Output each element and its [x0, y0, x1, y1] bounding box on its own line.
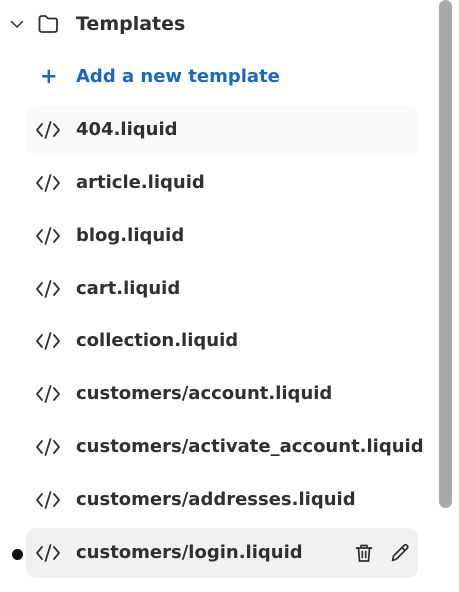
- folder-label: Templates: [76, 13, 186, 35]
- delete-icon[interactable]: [352, 541, 376, 565]
- code-icon: [36, 280, 60, 298]
- file-item-customers-login[interactable]: customers/login.liquid: [26, 528, 418, 578]
- file-item-customers-account[interactable]: customers/account.liquid: [26, 369, 418, 419]
- plus-icon: +: [40, 64, 58, 88]
- templates-file-tree: Templates + Add a new template 404.liqui…: [0, 0, 432, 592]
- folder-icon: [38, 15, 58, 33]
- code-icon: [36, 385, 60, 403]
- code-icon: [36, 544, 60, 562]
- code-icon: [36, 174, 60, 192]
- unsaved-changes-indicator: [12, 549, 23, 560]
- file-label: article.liquid: [76, 172, 205, 193]
- templates-folder-row[interactable]: Templates: [0, 0, 432, 48]
- file-label: customers/activate_account.liquid: [76, 436, 424, 457]
- file-label: blog.liquid: [76, 225, 185, 246]
- add-template-label: Add a new template: [76, 66, 280, 87]
- code-icon: [36, 227, 60, 245]
- chevron-down-icon[interactable]: [9, 16, 25, 32]
- code-icon: [36, 491, 60, 509]
- vertical-scrollbar[interactable]: [436, 0, 459, 592]
- file-item-customers-addresses[interactable]: customers/addresses.liquid: [26, 475, 418, 525]
- file-item-404[interactable]: 404.liquid: [26, 105, 418, 155]
- file-label: customers/addresses.liquid: [76, 489, 356, 510]
- file-item-blog[interactable]: blog.liquid: [26, 211, 418, 261]
- scrollbar-thumb[interactable]: [439, 0, 452, 508]
- file-item-article[interactable]: article.liquid: [26, 158, 418, 208]
- file-item-collection[interactable]: collection.liquid: [26, 316, 418, 366]
- add-new-template-button[interactable]: + Add a new template: [26, 54, 418, 102]
- code-icon: [36, 332, 60, 350]
- code-icon: [36, 438, 60, 456]
- file-label: customers/account.liquid: [76, 383, 333, 404]
- file-label: customers/login.liquid: [76, 542, 303, 563]
- edit-icon[interactable]: [388, 541, 412, 565]
- file-label: 404.liquid: [76, 119, 178, 140]
- file-label: cart.liquid: [76, 278, 181, 299]
- code-icon: [36, 121, 60, 139]
- file-item-cart[interactable]: cart.liquid: [26, 264, 418, 314]
- file-item-customers-activate-account[interactable]: customers/activate_account.liquid: [26, 422, 424, 472]
- file-label: collection.liquid: [76, 330, 239, 351]
